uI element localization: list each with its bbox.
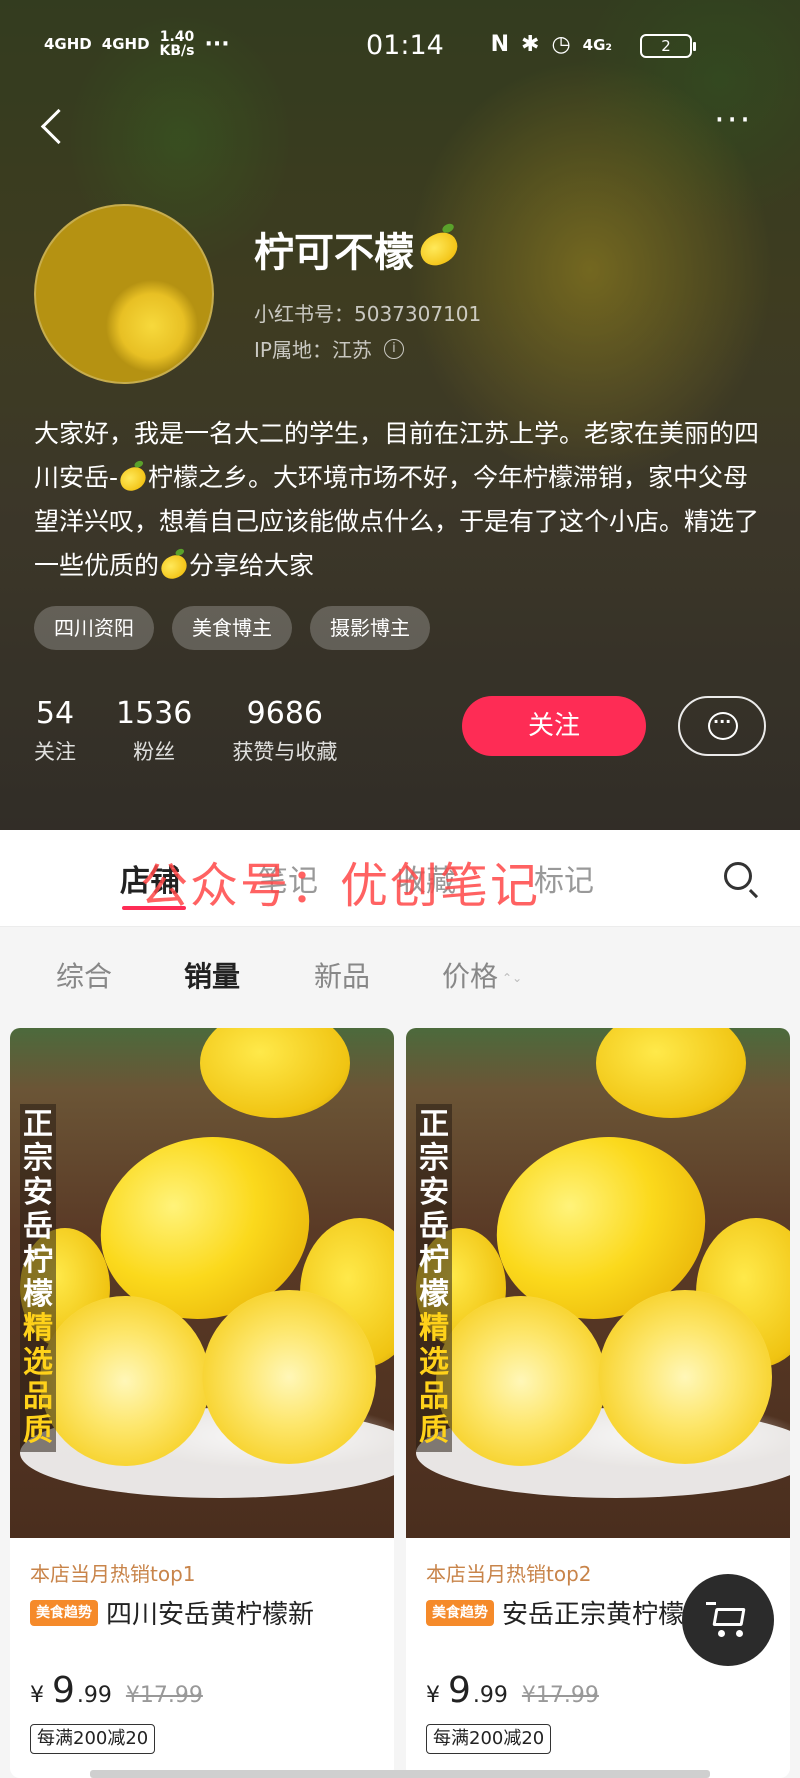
chat-icon bbox=[708, 712, 738, 740]
status-bar: 4GHD 4GHD 1.40 KB/s ··· 01:14 N ✱ ◷ 4G₂ … bbox=[0, 0, 800, 90]
active-tab-indicator bbox=[122, 906, 186, 910]
stat-likes[interactable]: 9686 获赞与收藏 bbox=[232, 694, 337, 770]
price: ¥ 9 .99 ¥17.99 bbox=[30, 1670, 203, 1711]
profile-stats: 54 关注 1536 粉丝 9686 获赞与收藏 bbox=[34, 694, 377, 770]
product-image: 正宗安岳柠檬 精选品质 bbox=[406, 1028, 790, 1538]
signal-icon: 4GHD bbox=[101, 35, 150, 53]
follow-button[interactable]: 关注 bbox=[462, 696, 646, 756]
image-caption: 正宗安岳柠檬 精选品质 bbox=[20, 1104, 56, 1452]
tab-notes[interactable]: 笔记 bbox=[258, 856, 318, 900]
stat-following[interactable]: 54 关注 bbox=[34, 694, 76, 770]
bluetooth-icon: ✱ bbox=[521, 32, 540, 57]
ip-location: IP属地：江苏 i bbox=[254, 334, 404, 363]
sort-overall[interactable]: 综合 bbox=[56, 955, 112, 995]
original-price: ¥17.99 bbox=[125, 1683, 203, 1708]
product-name: 安岳正宗黄柠檬 bbox=[502, 1600, 685, 1630]
lemon-icon bbox=[157, 551, 191, 583]
product-image: 正宗安岳柠檬 精选品质 bbox=[10, 1028, 394, 1538]
message-button[interactable] bbox=[678, 696, 766, 756]
hot-rank: 本店当月热销top2 bbox=[426, 1562, 592, 1586]
coupon-badge: 每满200减20 bbox=[30, 1724, 156, 1754]
trend-badge: 美食趋势 bbox=[30, 1599, 98, 1626]
product-name: 四川安岳黄柠檬新 bbox=[106, 1600, 315, 1630]
lemon-icon bbox=[116, 463, 150, 495]
cart-button[interactable] bbox=[682, 1574, 774, 1666]
product-card[interactable]: 正宗安岳柠檬 精选品质 本店当月热销top1 美食趋势 四川安岳黄柠檬新 ¥ 9… bbox=[10, 1028, 394, 1778]
red-id: 小红书号：5037307101 bbox=[254, 302, 482, 326]
sort-bar: 综合 销量 新品 价格 ⌃⌄ bbox=[0, 926, 800, 1022]
network-icon: 4G₂ bbox=[582, 35, 612, 54]
coupon-badge: 每满200减20 bbox=[426, 1724, 552, 1754]
tab-collections[interactable]: 收藏 bbox=[396, 856, 456, 900]
tab-marks[interactable]: 标记 bbox=[534, 856, 594, 900]
stat-fans[interactable]: 1536 粉丝 bbox=[116, 694, 192, 770]
more-options-icon[interactable]: ··· bbox=[714, 103, 764, 140]
tag-food-blogger[interactable]: 美食博主 bbox=[172, 606, 292, 650]
avatar[interactable] bbox=[34, 204, 214, 384]
signal-icon: 4GHD bbox=[44, 35, 92, 53]
hot-rank: 本店当月热销top1 bbox=[30, 1562, 196, 1586]
alarm-icon: ◷ bbox=[551, 32, 571, 57]
price: ¥ 9 .99 ¥17.99 bbox=[426, 1670, 599, 1711]
sort-new[interactable]: 新品 bbox=[314, 955, 370, 995]
lemon-icon bbox=[415, 227, 463, 271]
tag-location[interactable]: 四川资阳 bbox=[34, 606, 154, 650]
profile-tags: 四川资阳 美食博主 摄影博主 bbox=[34, 606, 430, 650]
network-speed: 1.40 KB/s bbox=[159, 29, 195, 59]
sort-arrows-icon: ⌃⌄ bbox=[502, 971, 523, 985]
sort-price[interactable]: 价格 ⌃⌄ bbox=[442, 955, 522, 995]
original-price: ¥17.99 bbox=[521, 1683, 599, 1708]
sort-sales[interactable]: 销量 bbox=[184, 955, 240, 995]
search-button[interactable] bbox=[720, 858, 760, 898]
profile-header: 4GHD 4GHD 1.40 KB/s ··· 01:14 N ✱ ◷ 4G₂ … bbox=[0, 0, 800, 830]
more-status-icon: ··· bbox=[204, 31, 230, 57]
search-icon bbox=[724, 862, 752, 890]
trend-badge: 美食趋势 bbox=[426, 1599, 494, 1626]
tag-photo-blogger[interactable]: 摄影博主 bbox=[310, 606, 430, 650]
profile-tabs: 店铺 笔记 收藏 标记 bbox=[0, 830, 800, 926]
profile-nickname: 柠可不檬 bbox=[254, 220, 463, 278]
image-caption: 正宗安岳柠檬 精选品质 bbox=[416, 1104, 452, 1452]
nfc-icon: N bbox=[490, 32, 510, 57]
more-products-hint bbox=[90, 1770, 710, 1778]
shopping-cart-icon bbox=[706, 1602, 750, 1638]
battery-icon: 2 bbox=[640, 34, 696, 58]
profile-bio: 大家好，我是一名大二的学生，目前在江苏上学。老家在美丽的四川安岳- 柠檬之乡。大环… bbox=[34, 412, 764, 588]
clock: 01:14 bbox=[366, 30, 444, 61]
tab-shop[interactable]: 店铺 bbox=[120, 856, 180, 900]
info-icon[interactable]: i bbox=[383, 338, 404, 359]
back-arrow-icon[interactable] bbox=[34, 102, 74, 152]
